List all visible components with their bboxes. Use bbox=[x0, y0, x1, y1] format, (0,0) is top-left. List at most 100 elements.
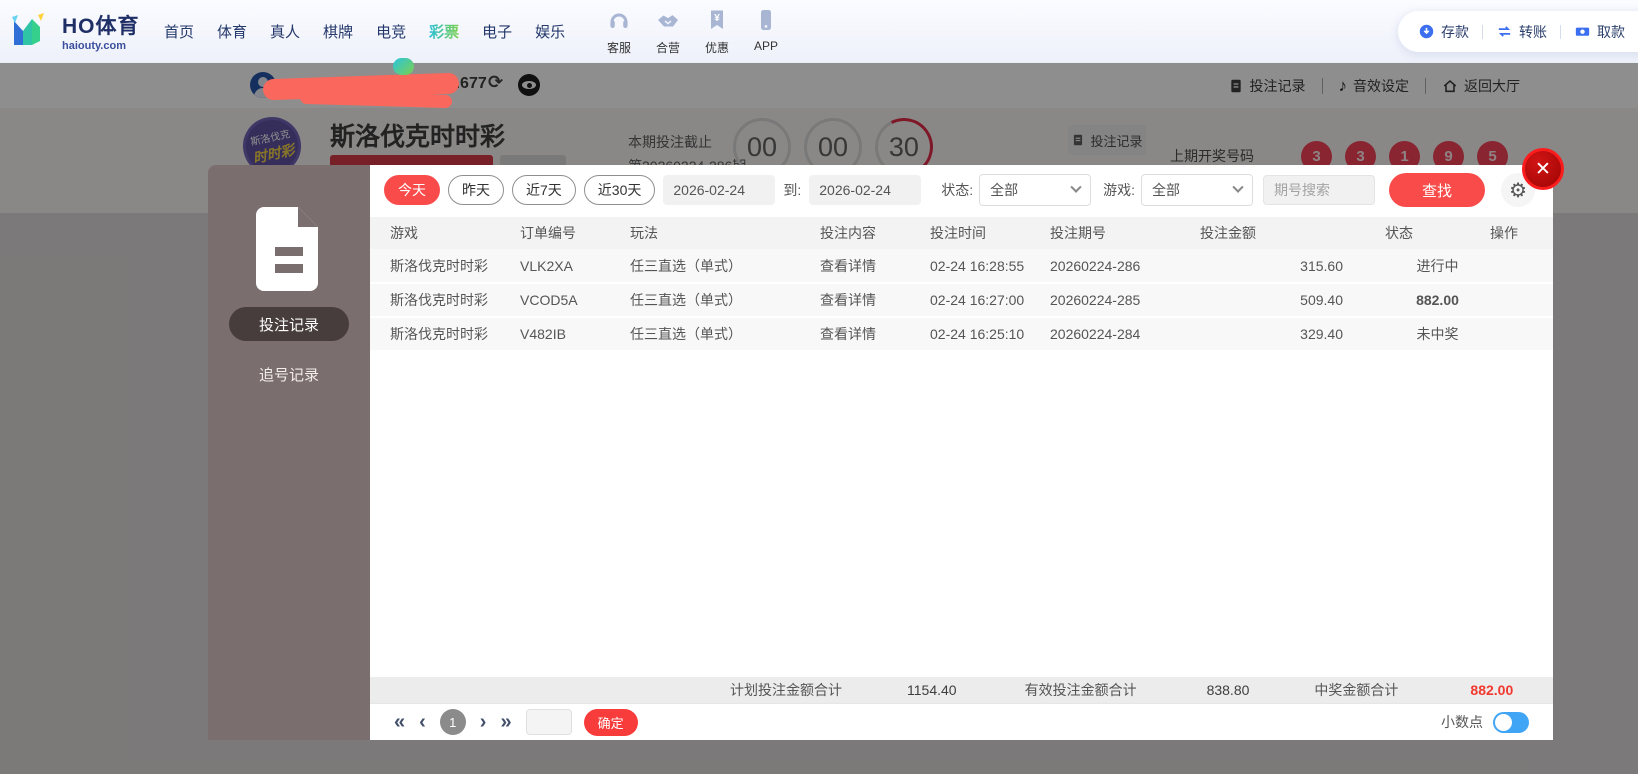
table-header-cell: 订单编号 bbox=[520, 217, 630, 249]
wallet-item[interactable]: 存款 bbox=[1418, 22, 1469, 42]
cell-game: 斯洛伐克时时彩 bbox=[390, 257, 488, 274]
cell-bet-time: 02-24 16:25:10 bbox=[930, 326, 1025, 342]
deposit-icon bbox=[1418, 23, 1435, 40]
valid-total-label: 有效投注金额合计 bbox=[1024, 682, 1137, 698]
transfer-icon bbox=[1496, 23, 1513, 40]
modal-sidebar-nav: 投注记录 追号记录 bbox=[229, 307, 349, 391]
nav-menu-item[interactable]: 首页 bbox=[164, 21, 194, 42]
table-header-cell: 游戏 bbox=[370, 217, 520, 249]
modal-panel: 今天昨天近7天近30天 到: 状态: 全部 游戏: 全部 查找 bbox=[370, 148, 1564, 740]
modal-sidebar: 投注记录 追号记录 bbox=[208, 165, 370, 740]
to-label: 到: bbox=[783, 182, 802, 198]
cell-order-id[interactable]: VLK2XA bbox=[520, 249, 630, 283]
logo[interactable]: HO体育 haiouty.com bbox=[0, 10, 150, 52]
withdraw-icon bbox=[1574, 23, 1591, 40]
view-details-link[interactable]: 查看详情 bbox=[820, 283, 930, 317]
date-to-input[interactable] bbox=[809, 175, 922, 205]
cell-bet-time: 02-24 16:27:00 bbox=[930, 292, 1025, 308]
logo-domain: haiouty.com bbox=[62, 40, 126, 52]
table-header-row: 游戏 订单编号 玩法 投注内容 投注时间 投注期号 投注金额 状态 操作 bbox=[370, 217, 1553, 249]
top-navbar: HO体育 haiouty.com 首页 体育 真人 棋牌 电竞 彩票 电子 娱乐 客服 合营 ¥ 优… bbox=[0, 0, 1638, 63]
view-details-link[interactable]: 查看详情 bbox=[820, 317, 930, 351]
table-header-cell: 投注期号 bbox=[1050, 217, 1200, 249]
date-filter-button[interactable]: 近30天 bbox=[583, 175, 656, 205]
cell-status: 882.00 bbox=[1416, 292, 1459, 308]
game-select[interactable]: 全部 bbox=[1141, 174, 1254, 206]
logo-title: HO体育 bbox=[62, 15, 140, 38]
chevron-down-icon bbox=[1232, 181, 1244, 193]
wallet-item[interactable]: 转账 bbox=[1496, 22, 1547, 42]
table-empty-area bbox=[370, 352, 1553, 677]
search-button[interactable]: 查找 bbox=[1389, 173, 1486, 207]
table-header-cell: 状态 bbox=[1385, 217, 1490, 249]
cell-status: 未中奖 bbox=[1416, 326, 1459, 342]
nav-menu-item[interactable]: 棋牌 bbox=[323, 21, 353, 42]
nav-menu-item[interactable]: 彩票 bbox=[429, 21, 459, 42]
next-page-button[interactable]: › bbox=[480, 712, 487, 732]
bet-records-table: 游戏 订单编号 玩法 投注内容 投注时间 投注期号 投注金额 状态 操作 斯洛伐克时时彩 VLK2… bbox=[370, 217, 1553, 352]
nav-menu-item[interactable]: 电竞 bbox=[376, 21, 406, 42]
logo-icon bbox=[12, 13, 44, 45]
quick-links: 客服 合营 ¥ 优惠 APP bbox=[602, 8, 783, 56]
table-header-cell: 投注时间 bbox=[930, 217, 1050, 249]
filter-bar: 今天昨天近7天近30天 到: 状态: 全部 游戏: 全部 查找 bbox=[370, 165, 1553, 215]
sidebar-item-bet-records[interactable]: 投注记录 bbox=[229, 307, 349, 341]
active-tab-indicator bbox=[393, 58, 414, 75]
cell-status: 进行中 bbox=[1416, 257, 1459, 274]
quick-link-coupon[interactable]: ¥ 优惠 bbox=[700, 8, 734, 56]
cell-order-id[interactable]: V482IB bbox=[520, 317, 630, 351]
view-details-link[interactable]: 查看详情 bbox=[820, 249, 930, 283]
sidebar-item-chase-records[interactable]: 追号记录 bbox=[229, 357, 349, 391]
decimal-point-toggle[interactable] bbox=[1493, 711, 1529, 733]
win-total-label: 中奖金额合计 bbox=[1314, 682, 1399, 698]
quick-date-filters: 今天 昨天 近7天 近30天 bbox=[384, 175, 663, 205]
close-button[interactable]: ✕ bbox=[1522, 148, 1564, 190]
quick-link-label: 优惠 bbox=[704, 41, 729, 55]
pagination-bar: « ‹ 1 › » 确定 小数点 bbox=[370, 703, 1553, 740]
nav-menu-item[interactable]: 体育 bbox=[217, 21, 247, 42]
nav-menu-item[interactable]: 真人 bbox=[270, 21, 300, 42]
totals-bar: 计划投注金额合计 1154.40 有效投注金额合计 838.80 中奖金额合计 … bbox=[370, 677, 1553, 703]
date-filter-button[interactable]: 今天 bbox=[384, 175, 440, 205]
confirm-button[interactable]: 确定 bbox=[583, 708, 638, 736]
table-body: 斯洛伐克时时彩 VLK2XA 任三直选（单式） 查看详情 02-24 16:28:55 2… bbox=[370, 249, 1553, 351]
prev-page-button[interactable]: ‹ bbox=[419, 712, 426, 732]
date-filter-button[interactable]: 昨天 bbox=[448, 175, 504, 205]
win-total-value: 882.00 bbox=[1470, 682, 1514, 698]
quick-link-label: 合营 bbox=[655, 41, 680, 55]
status-select[interactable]: 全部 bbox=[979, 174, 1092, 206]
wallet-pill: 存款 转账 取款 bbox=[1398, 11, 1638, 52]
nav-menu-item[interactable]: 电子 bbox=[482, 21, 512, 42]
table-row: 斯洛伐克时时彩 VLK2XA 任三直选（单式） 查看详情 02-24 16:28:55 2… bbox=[370, 249, 1553, 283]
last-page-button[interactable]: » bbox=[500, 712, 511, 732]
cell-order-id[interactable]: VCOD5A bbox=[520, 283, 630, 317]
cell-period: 20260224-284 bbox=[1050, 326, 1141, 342]
quick-link-label: APP bbox=[753, 39, 778, 53]
date-from-input[interactable] bbox=[663, 175, 776, 205]
period-search-input[interactable] bbox=[1263, 175, 1376, 205]
date-filter-button[interactable]: 近7天 bbox=[512, 175, 576, 205]
table-row: 斯洛伐克时时彩 V482IB 任三直选（单式） 查看详情 02-24 16:25:10 2… bbox=[370, 317, 1553, 351]
coupon-icon: ¥ bbox=[705, 8, 729, 37]
quick-link-headset[interactable]: 客服 bbox=[602, 8, 636, 56]
handshake-icon bbox=[656, 8, 680, 37]
plan-total-label: 计划投注金额合计 bbox=[730, 682, 842, 698]
quick-link-handshake[interactable]: 合营 bbox=[651, 8, 685, 56]
plan-total-value: 1154.40 bbox=[907, 682, 957, 698]
nav-menu-item[interactable]: 娱乐 bbox=[535, 21, 565, 42]
svg-text:¥: ¥ bbox=[714, 13, 720, 24]
cell-game: 斯洛伐克时时彩 bbox=[390, 326, 488, 342]
cell-play-type: 任三直选（单式） bbox=[630, 326, 742, 342]
wallet-item[interactable]: 取款 bbox=[1574, 22, 1625, 42]
cell-operation bbox=[1490, 283, 1553, 317]
quick-link-phone[interactable]: APP bbox=[749, 8, 783, 56]
current-page-badge[interactable]: 1 bbox=[439, 709, 466, 735]
headset-icon bbox=[607, 8, 631, 37]
first-page-button[interactable]: « bbox=[394, 712, 405, 732]
page-jump-input[interactable] bbox=[525, 709, 572, 735]
cell-period: 20260224-285 bbox=[1050, 292, 1141, 308]
cell-game: 斯洛伐克时时彩 bbox=[390, 292, 488, 308]
wallet-item-label: 取款 bbox=[1597, 23, 1625, 40]
divider bbox=[1482, 24, 1483, 39]
cell-play-type: 任三直选（单式） bbox=[630, 257, 742, 274]
